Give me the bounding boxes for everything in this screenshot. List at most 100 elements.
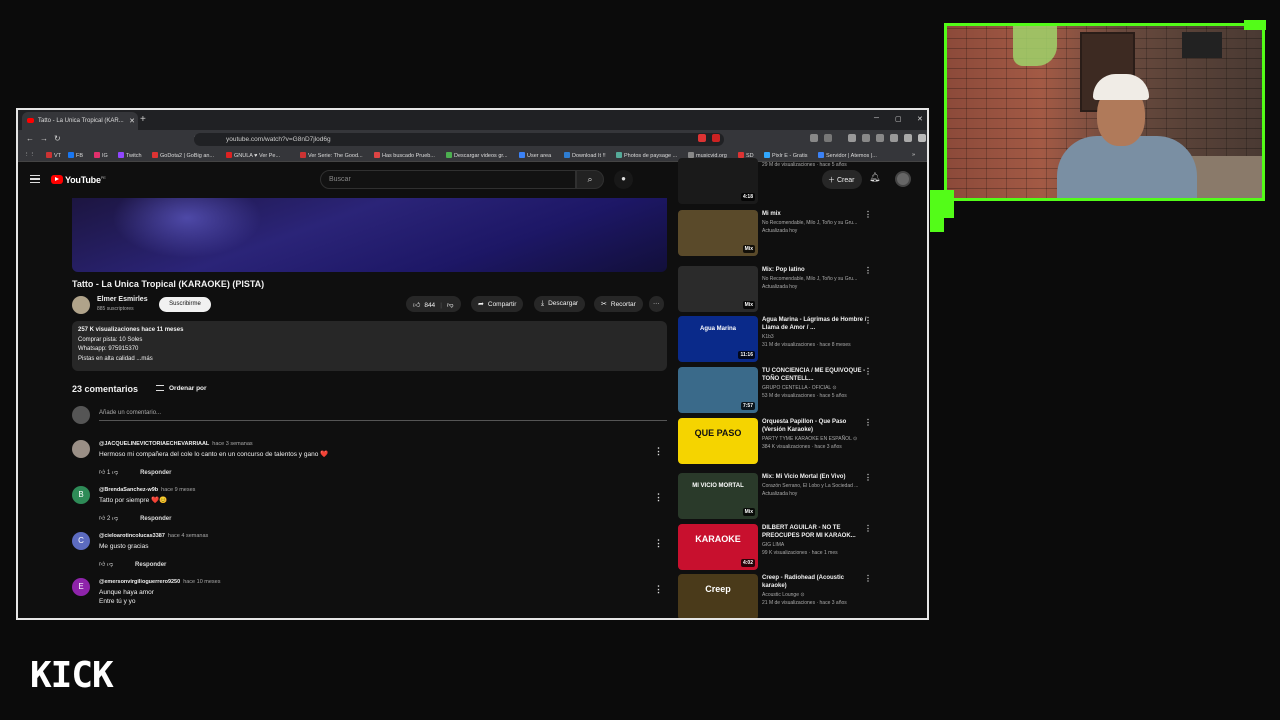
comment-like-icon[interactable]: 👍︎ (99, 470, 105, 476)
extension-icon[interactable] (824, 134, 832, 142)
commenter-avatar[interactable]: E (72, 578, 90, 596)
commenter-avatar[interactable] (72, 440, 90, 458)
address-bar[interactable]: youtube.com/watch?v=G8nD7jlod6g (194, 133, 724, 146)
maximize-icon[interactable]: ▢ (895, 115, 902, 123)
clip-button[interactable]: ✂ Recortar (594, 296, 643, 312)
recommended-title[interactable]: Agua Marina - Lágrimas de Hombre / Llama… (762, 316, 867, 332)
extension-icon[interactable] (890, 134, 898, 142)
more-options-icon[interactable]: ⋮ (864, 418, 872, 427)
video-thumbnail[interactable]: KARAOKE 4:02 (678, 524, 758, 570)
forward-icon[interactable]: → (40, 134, 48, 143)
more-options-icon[interactable]: ⋮ (864, 367, 872, 376)
comment-menu-icon[interactable]: ⋮ (654, 538, 663, 549)
video-thumbnail[interactable]: Creep (678, 574, 758, 618)
new-tab-icon[interactable]: + (140, 114, 146, 125)
video-thumbnail[interactable]: 7:57 (678, 367, 758, 413)
comment-dislike-icon[interactable]: 👎︎ (112, 516, 118, 522)
recommended-title[interactable]: Mix: Pop latino (762, 266, 867, 274)
subscribe-button[interactable]: Suscribirme (159, 297, 211, 312)
search-input[interactable]: Buscar (320, 170, 576, 189)
video-thumbnail[interactable]: Mix (678, 210, 758, 256)
window-close-icon[interactable]: ✕ (917, 115, 923, 123)
extension-icon[interactable] (810, 134, 818, 142)
more-actions-button[interactable]: ··· (649, 296, 664, 312)
comment-author[interactable]: @JACQUELINEVICTORIAECHEVARRIAAL hace 3 se… (99, 441, 253, 447)
recommended-title[interactable]: DILBERT AGUILAR - NO TE PREOCUPES POR MI… (762, 524, 867, 540)
comment-author[interactable]: @cieloarotincolucas3387 hace 4 semanas (99, 533, 208, 539)
recommended-title[interactable]: Creep - Radiohead (Acoustic karaoke) (762, 574, 867, 590)
bookmark-item[interactable]: Has buscado Prueb... (374, 152, 435, 159)
bookmark-item[interactable]: Twitch (118, 152, 142, 159)
search-button[interactable]: ⌕ (576, 170, 604, 189)
commenter-avatar[interactable]: B (72, 486, 90, 504)
commenter-avatar[interactable]: C (72, 532, 90, 550)
recommended-title[interactable]: TU CONCIENCIA / ME EQUIVOQUE - TOÑO CENT… (762, 367, 867, 383)
comment-author[interactable]: @BrendaSanchez-w9b hace 9 meses (99, 487, 195, 493)
download-button[interactable]: ⤓ Descargar (534, 296, 586, 312)
bookmark-item[interactable]: VT (46, 152, 61, 159)
more-options-icon[interactable]: ⋮ (864, 316, 872, 325)
comment-like-icon[interactable]: 👍︎ (99, 516, 105, 522)
bookmark-item[interactable]: Photos de paysage ... (616, 152, 677, 159)
account-avatar[interactable] (895, 171, 911, 187)
recommended-video[interactable]: Mix Mix: Pop latino No Recomendable, Mil… (678, 266, 878, 316)
apps-icon[interactable]: ⋮⋮ (24, 152, 35, 158)
channel-avatar[interactable] (72, 296, 90, 314)
reply-button[interactable]: Responder (135, 562, 166, 568)
reload-icon[interactable]: ↻ (54, 134, 61, 143)
video-thumbnail[interactable]: Mix (678, 266, 758, 312)
recommended-video[interactable]: MI VICIO MORTAL Mix Mix: Mi Vicio Mortal… (678, 473, 878, 523)
comment-like-icon[interactable]: 👍︎ (99, 562, 105, 568)
bookmark-item[interactable]: GNULA ♥ Ver Pe... (226, 152, 280, 159)
browser-menu-icon[interactable] (918, 134, 926, 142)
more-options-icon[interactable]: ⋮ (864, 473, 872, 482)
youtube-logo[interactable]: YouTubePE (51, 175, 106, 185)
comment-menu-icon[interactable]: ⋮ (654, 492, 663, 503)
hamburger-menu-icon[interactable] (30, 175, 40, 183)
recommended-video[interactable]: Creep Creep - Radiohead (Acoustic karaok… (678, 574, 878, 618)
extension-icon[interactable] (848, 134, 856, 142)
video-player[interactable] (72, 198, 667, 272)
comment-menu-icon[interactable]: ⋮ (654, 584, 663, 595)
extension-icon[interactable] (904, 134, 912, 142)
recommended-video[interactable]: 4:18 29 M de visualizaciones · hace 5 añ… (678, 158, 878, 208)
like-button[interactable]: 👍︎ 844 | 👎︎ (406, 296, 461, 312)
recommended-video[interactable]: 7:57 TU CONCIENCIA / ME EQUIVOQUE - TOÑO… (678, 367, 878, 417)
share-button[interactable]: ➦ Compartir (471, 296, 524, 312)
video-description[interactable]: 257 K visualizaciones hace 11 meses Comp… (72, 321, 667, 371)
close-tab-icon[interactable]: ✕ (129, 117, 135, 125)
extension-icon[interactable] (862, 134, 870, 142)
recommended-video[interactable]: KARAOKE 4:02 DILBERT AGUILAR - NO TE PRE… (678, 524, 878, 574)
more-options-icon[interactable]: ⋮ (864, 574, 872, 583)
video-thumbnail[interactable]: Agua Marina 11:16 (678, 316, 758, 362)
bookmark-item[interactable]: User area (519, 152, 551, 159)
bookmark-item[interactable]: IG (94, 152, 108, 159)
reply-button[interactable]: Responder (140, 516, 171, 522)
bookmark-item[interactable]: Descargar videos gr... (446, 152, 508, 159)
extension-icon[interactable] (712, 134, 720, 142)
sort-comments-button[interactable]: Ordenar por (156, 385, 207, 392)
recommended-video[interactable]: Mix Mi mix No Recomendable, Milo J, Toño… (678, 210, 878, 260)
more-options-icon[interactable]: ⋮ (864, 210, 872, 219)
comment-author[interactable]: @emersonvirgilioguerrero9250 hace 10 mese… (99, 579, 221, 585)
bookmark-item[interactable]: Ver Serie: The Good... (300, 152, 363, 159)
comment-menu-icon[interactable]: ⋮ (654, 446, 663, 457)
comment-dislike-icon[interactable]: 👎︎ (107, 562, 113, 568)
voice-search-button[interactable]: ● (614, 170, 633, 189)
recommended-title[interactable]: Orquesta Papillon - Que Paso (Versión Ka… (762, 418, 867, 434)
extension-icon[interactable] (876, 134, 884, 142)
video-thumbnail[interactable]: MI VICIO MORTAL Mix (678, 473, 758, 519)
minimize-icon[interactable]: ─ (874, 115, 879, 122)
add-comment-input[interactable]: Añade un comentario... (99, 410, 667, 421)
video-thumbnail[interactable]: 4:18 (678, 158, 758, 204)
recommended-video[interactable]: Agua Marina 11:16 Agua Marina - Lágrimas… (678, 316, 878, 366)
bookmark-item[interactable]: GoDota2 | GoBig an... (152, 152, 214, 159)
channel-name[interactable]: Elmer Esmirles (97, 296, 148, 303)
bookmark-item[interactable]: Download It !! (564, 152, 606, 159)
extension-icon[interactable] (698, 134, 706, 142)
back-icon[interactable]: ← (26, 134, 34, 143)
recommended-video[interactable]: QUE PASO Orquesta Papillon - Que Paso (V… (678, 418, 878, 468)
more-options-icon[interactable]: ⋮ (864, 266, 872, 275)
video-thumbnail[interactable]: QUE PASO (678, 418, 758, 464)
reply-button[interactable]: Responder (140, 470, 171, 476)
